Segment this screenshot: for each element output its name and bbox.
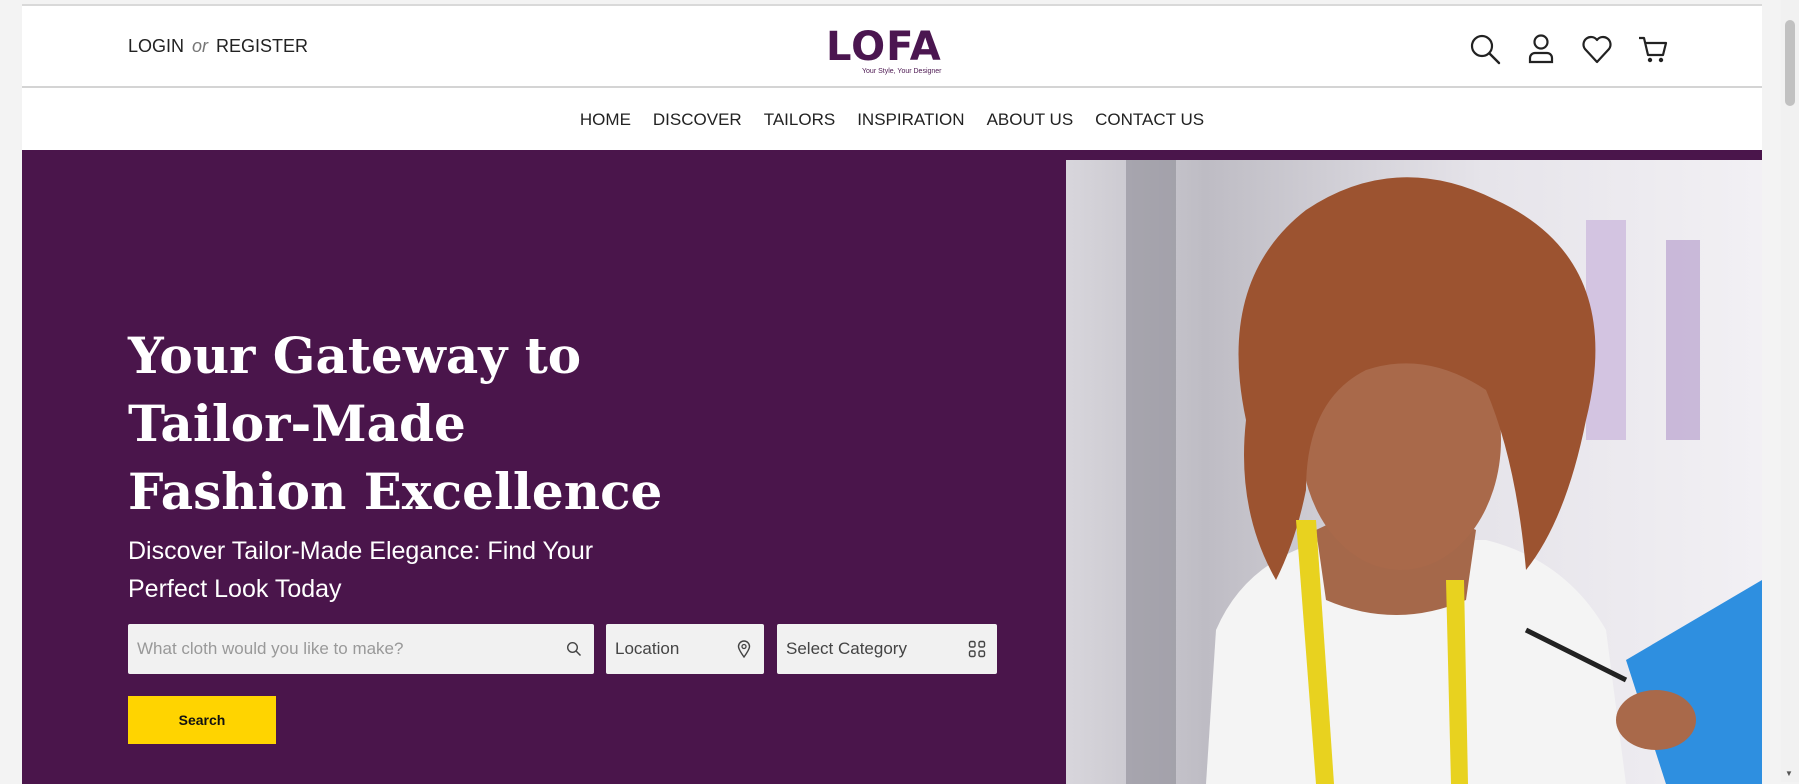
nav-contact-us[interactable]: CONTACT US: [1095, 110, 1204, 130]
location-label: Location: [615, 639, 680, 658]
site-logo[interactable]: LOFA Your Style, Your Designer: [826, 20, 942, 76]
cloth-search-input[interactable]: [128, 624, 554, 674]
header-icons: [1468, 32, 1670, 66]
location-pin-icon: [724, 640, 764, 658]
scrollbar[interactable]: ▼: [1781, 0, 1799, 782]
or-separator: or: [192, 36, 209, 56]
search-button[interactable]: Search: [128, 696, 276, 744]
cloth-search-field[interactable]: [128, 624, 594, 674]
tailor-woman-illustration: [1126, 160, 1762, 784]
login-link[interactable]: LOGIN: [128, 36, 184, 56]
search-small-icon: [554, 641, 594, 657]
scroll-down-arrow[interactable]: ▼: [1785, 769, 1793, 778]
category-label: Select Category: [786, 639, 907, 658]
nav-discover[interactable]: DISCOVER: [653, 110, 742, 130]
top-bar: LOGIN or REGISTER LOFA Your Style, Your De…: [22, 6, 1762, 88]
nav-about-us[interactable]: ABOUT US: [987, 110, 1074, 130]
nav-home[interactable]: HOME: [580, 110, 631, 130]
register-link[interactable]: REGISTER: [216, 36, 308, 56]
hero-image: [1066, 160, 1762, 784]
location-field[interactable]: Location: [606, 624, 764, 674]
page: LOGIN or REGISTER LOFA Your Style, Your De…: [22, 4, 1762, 784]
search-icon[interactable]: [1468, 32, 1502, 66]
grid-icon: [957, 640, 997, 658]
scrollbar-thumb[interactable]: [1785, 20, 1795, 106]
heart-icon[interactable]: [1580, 32, 1614, 66]
cart-icon[interactable]: [1636, 32, 1670, 66]
hero-title: Your Gateway to Tailor-Made Fashion Exce…: [128, 326, 663, 521]
logo-tagline: Your Style, Your Designer: [862, 68, 942, 75]
main-nav: HOME DISCOVER TAILORS INSPIRATION ABOUT …: [22, 90, 1762, 150]
user-icon[interactable]: [1524, 32, 1558, 66]
logo-wordmark: LOFA: [826, 24, 942, 70]
category-select[interactable]: Select Category: [777, 624, 997, 674]
hero-subtitle: Discover Tailor-Made Elegance: Find Your…: [128, 537, 594, 603]
nav-inspiration[interactable]: INSPIRATION: [857, 110, 964, 130]
auth-links: LOGIN or REGISTER: [128, 36, 308, 57]
nav-tailors[interactable]: TAILORS: [764, 110, 835, 130]
